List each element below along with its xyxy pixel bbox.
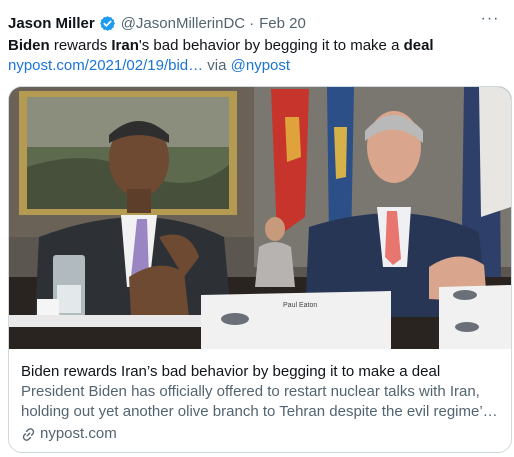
via-text: via bbox=[203, 57, 231, 74]
placard-text: Paul Eaton bbox=[283, 302, 317, 309]
tweet-text-part: rewards bbox=[49, 37, 112, 54]
more-options-button[interactable]: ··· bbox=[478, 8, 502, 30]
link-preview-card[interactable]: Paul Eaton Biden rewards Iran’s bad beha… bbox=[8, 86, 512, 453]
author-name[interactable]: Jason Miller bbox=[8, 15, 95, 32]
tweet-header: Jason Miller @JasonMillerinDC · Feb 20 bbox=[8, 12, 306, 34]
tweet-text: Biden rewards Iran's bad behavior by beg… bbox=[8, 36, 508, 56]
tweet-text-deal: deal bbox=[403, 37, 434, 54]
via-handle-link[interactable]: @nypost bbox=[231, 57, 290, 74]
tweet-text-part: 's bad behavior by begging it to make a bbox=[138, 37, 404, 54]
tweet-text-iran: Iran bbox=[111, 37, 139, 54]
card-domain[interactable]: nypost.com bbox=[21, 424, 117, 444]
tweet-date[interactable]: Feb 20 bbox=[259, 15, 306, 32]
card-description: President Biden has officially offered t… bbox=[21, 383, 498, 420]
tweet-text-biden: Biden bbox=[8, 37, 50, 54]
card-domain-text: nypost.com bbox=[40, 425, 117, 442]
separator-dot: · bbox=[249, 14, 255, 32]
card-title[interactable]: Biden rewards Iran’s bad behavior by beg… bbox=[21, 362, 440, 382]
tweet[interactable]: Jason Miller @JasonMillerinDC · Feb 20 ·… bbox=[0, 0, 514, 457]
author-handle[interactable]: @JasonMillerinDC bbox=[121, 15, 245, 32]
article-link[interactable]: nypost.com/2021/02/19/bid… bbox=[8, 57, 203, 74]
link-icon bbox=[22, 427, 35, 441]
article-photo[interactable]: Paul Eaton bbox=[9, 87, 511, 349]
tweet-link-line: nypost.com/2021/02/19/bid… via @nypost bbox=[8, 56, 290, 76]
verified-badge-icon bbox=[99, 15, 115, 31]
